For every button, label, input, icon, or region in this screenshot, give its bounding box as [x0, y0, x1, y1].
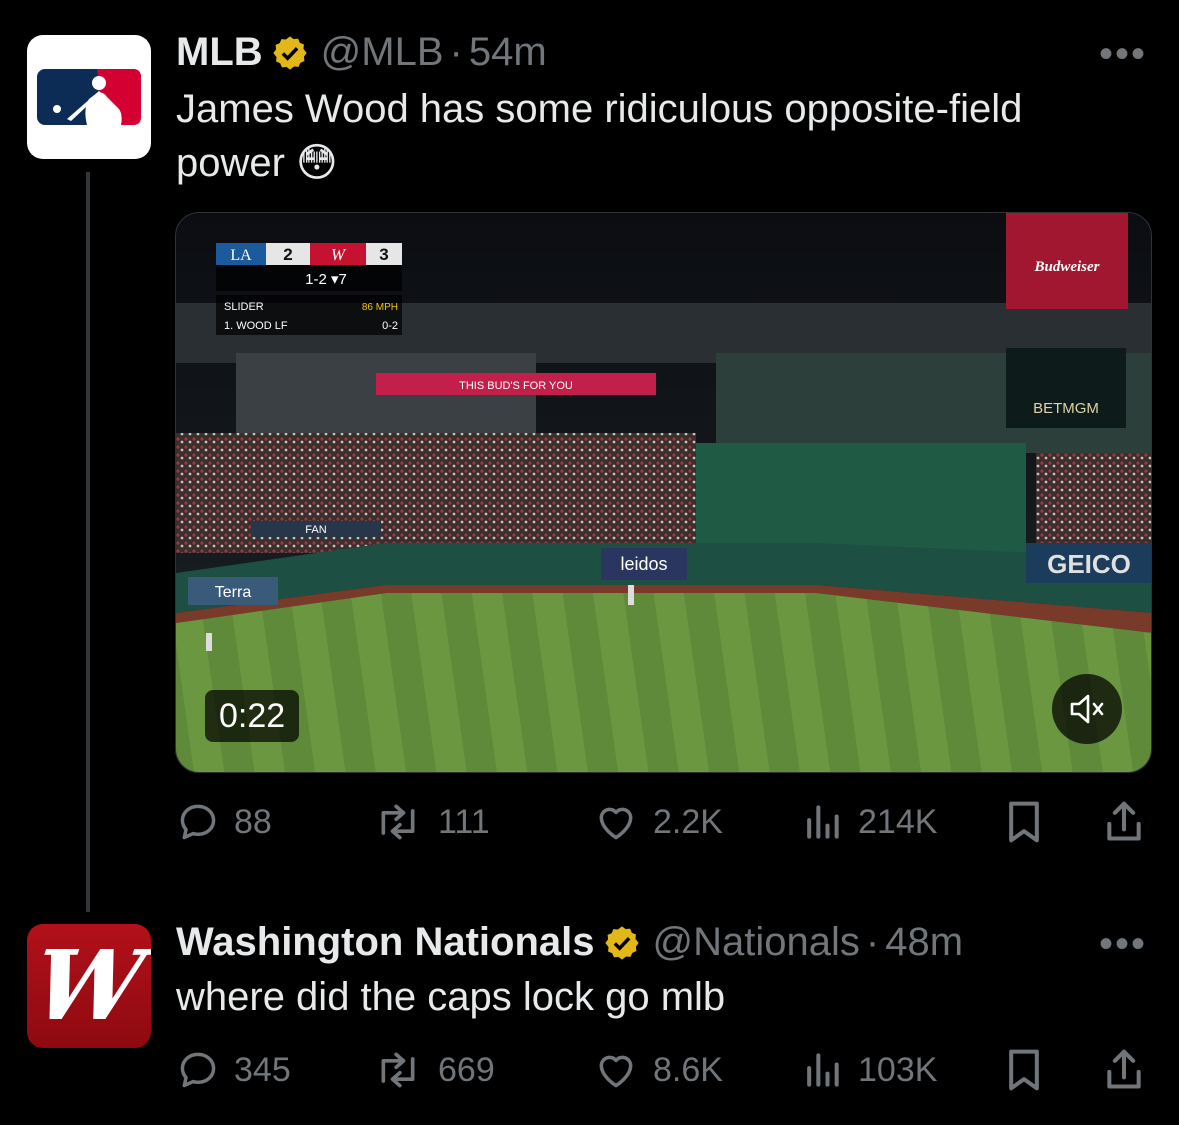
nationals-avatar[interactable]: W — [27, 924, 151, 1048]
share-button[interactable] — [1102, 792, 1146, 852]
svg-text:Terra: Terra — [215, 584, 252, 601]
tweet-text: James Wood has some ridiculous opposite-… — [176, 87, 1023, 185]
svg-text:SLIDER: SLIDER — [224, 301, 264, 313]
svg-text:1. WOOD LF: 1. WOOD LF — [224, 320, 288, 332]
views-button[interactable]: 103K — [800, 1040, 937, 1100]
share-button[interactable] — [1102, 1040, 1146, 1100]
svg-text:BETMGM: BETMGM — [1033, 400, 1099, 417]
share-icon — [1107, 801, 1141, 841]
like-button[interactable]: 2.2K — [593, 792, 723, 852]
separator-dot: · — [449, 30, 463, 74]
like-button[interactable]: 8.6K — [593, 1040, 723, 1100]
repost-icon — [381, 804, 415, 840]
thread-line — [86, 172, 90, 912]
author-name[interactable]: MLB — [176, 30, 263, 75]
svg-text:Budweiser: Budweiser — [1033, 259, 1099, 275]
timestamp[interactable]: 48m — [885, 920, 963, 965]
repost-count: 111 — [438, 802, 490, 841]
views-chart-icon — [807, 1053, 839, 1087]
bookmark-button[interactable] — [1002, 1040, 1046, 1100]
svg-text:leidos: leidos — [620, 554, 667, 574]
mlb-logo-icon — [37, 69, 141, 125]
verified-badge-icon — [273, 35, 307, 70]
views-chart-icon — [807, 805, 839, 839]
mlb-avatar[interactable] — [27, 35, 151, 159]
reply-count: 345 — [234, 1050, 291, 1089]
author-name[interactable]: Washington Nationals — [176, 920, 595, 965]
tweet-actions: 88 111 2.2K 214K — [176, 792, 1146, 852]
tweet-actions: 345 669 8.6K 103K — [176, 1040, 1146, 1100]
repost-icon — [381, 1052, 415, 1088]
timestamp[interactable]: 54m — [469, 30, 547, 75]
speaker-muted-icon — [1070, 694, 1104, 724]
repost-button[interactable]: 669 — [372, 1040, 495, 1100]
svg-text:W: W — [331, 245, 347, 264]
svg-text:1-2 ▾7: 1-2 ▾7 — [305, 271, 347, 288]
tweet-mlb[interactable]: MLB @MLB · 54m ••• James Wood has some r… — [0, 0, 1179, 912]
video-player[interactable]: THIS BUD'S FOR YOU Budweiser BETMGM GEIC… — [175, 212, 1152, 773]
video-duration: 0:22 — [205, 690, 300, 742]
svg-text:3: 3 — [379, 245, 388, 264]
video-frame: THIS BUD'S FOR YOU Budweiser BETMGM GEIC… — [176, 213, 1151, 772]
svg-text:LA: LA — [230, 247, 252, 264]
views-button[interactable]: 214K — [800, 792, 937, 852]
reply-button[interactable]: 88 — [176, 792, 272, 852]
svg-text:THIS BUD'S FOR YOU: THIS BUD'S FOR YOU — [459, 380, 573, 392]
author-handle[interactable]: @MLB — [321, 30, 444, 75]
reply-count: 88 — [234, 802, 272, 841]
like-count: 2.2K — [653, 802, 723, 841]
tweet-header: Washington Nationals @Nationals · 48m — [176, 920, 963, 965]
bookmark-button[interactable] — [1002, 792, 1046, 852]
svg-text:86 MPH: 86 MPH — [362, 302, 398, 313]
svg-text:2: 2 — [283, 245, 292, 264]
like-count: 8.6K — [653, 1050, 723, 1089]
share-icon — [1107, 1049, 1141, 1089]
verified-badge-icon — [604, 925, 639, 960]
svg-text:GEICO: GEICO — [1047, 549, 1131, 579]
tweet-text: where did the caps lock go mlb — [176, 975, 726, 1019]
separator-dot: · — [865, 920, 880, 964]
bookmark-icon — [1009, 1049, 1039, 1091]
author-handle[interactable]: @Nationals — [653, 920, 860, 965]
nationals-logo-icon: W — [27, 929, 151, 1042]
bookmark-icon — [1009, 801, 1039, 843]
svg-text:FAN: FAN — [305, 524, 326, 536]
repost-button[interactable]: 111 — [372, 792, 490, 852]
mute-button[interactable] — [1052, 674, 1122, 744]
more-options-button[interactable]: ••• — [1099, 32, 1147, 77]
more-options-button[interactable]: ••• — [1099, 922, 1147, 967]
scoreboard-overlay: LA 2 W 3 1-2 ▾7 SLIDER 86 MPH 1. WOOD LF… — [216, 243, 402, 335]
view-count: 214K — [858, 802, 938, 841]
tweet-header: MLB @MLB · 54m — [176, 30, 547, 75]
reply-icon — [180, 1052, 216, 1088]
view-count: 103K — [858, 1050, 938, 1089]
reply-icon — [180, 804, 216, 840]
reply-button[interactable]: 345 — [176, 1040, 291, 1100]
heart-icon — [599, 1055, 633, 1088]
heart-icon — [599, 807, 633, 840]
svg-text:0-2: 0-2 — [382, 320, 398, 332]
repost-count: 669 — [438, 1050, 495, 1089]
